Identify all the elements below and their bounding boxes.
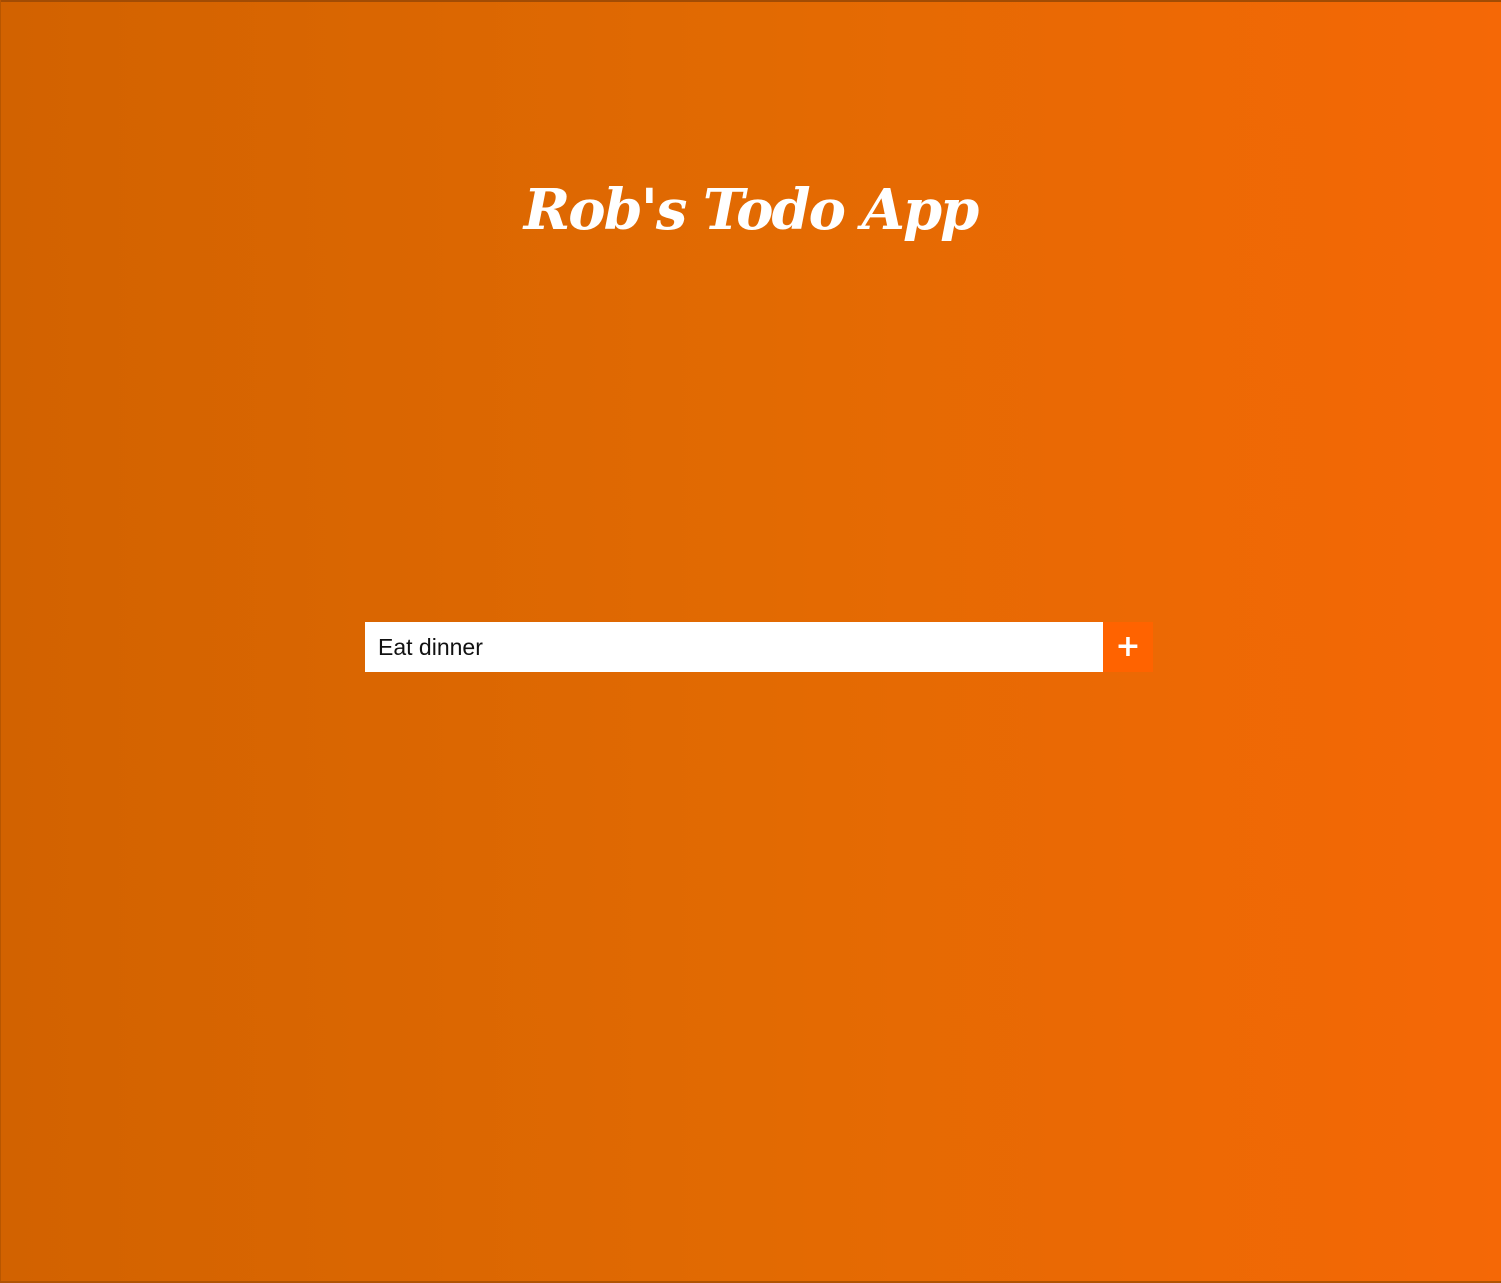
window-top-border [0, 0, 1501, 2]
add-todo-form: + [365, 622, 1153, 672]
add-todo-button[interactable]: + [1103, 622, 1153, 672]
app-title: Rob's Todo App [523, 177, 980, 243]
todo-input[interactable] [365, 622, 1103, 672]
